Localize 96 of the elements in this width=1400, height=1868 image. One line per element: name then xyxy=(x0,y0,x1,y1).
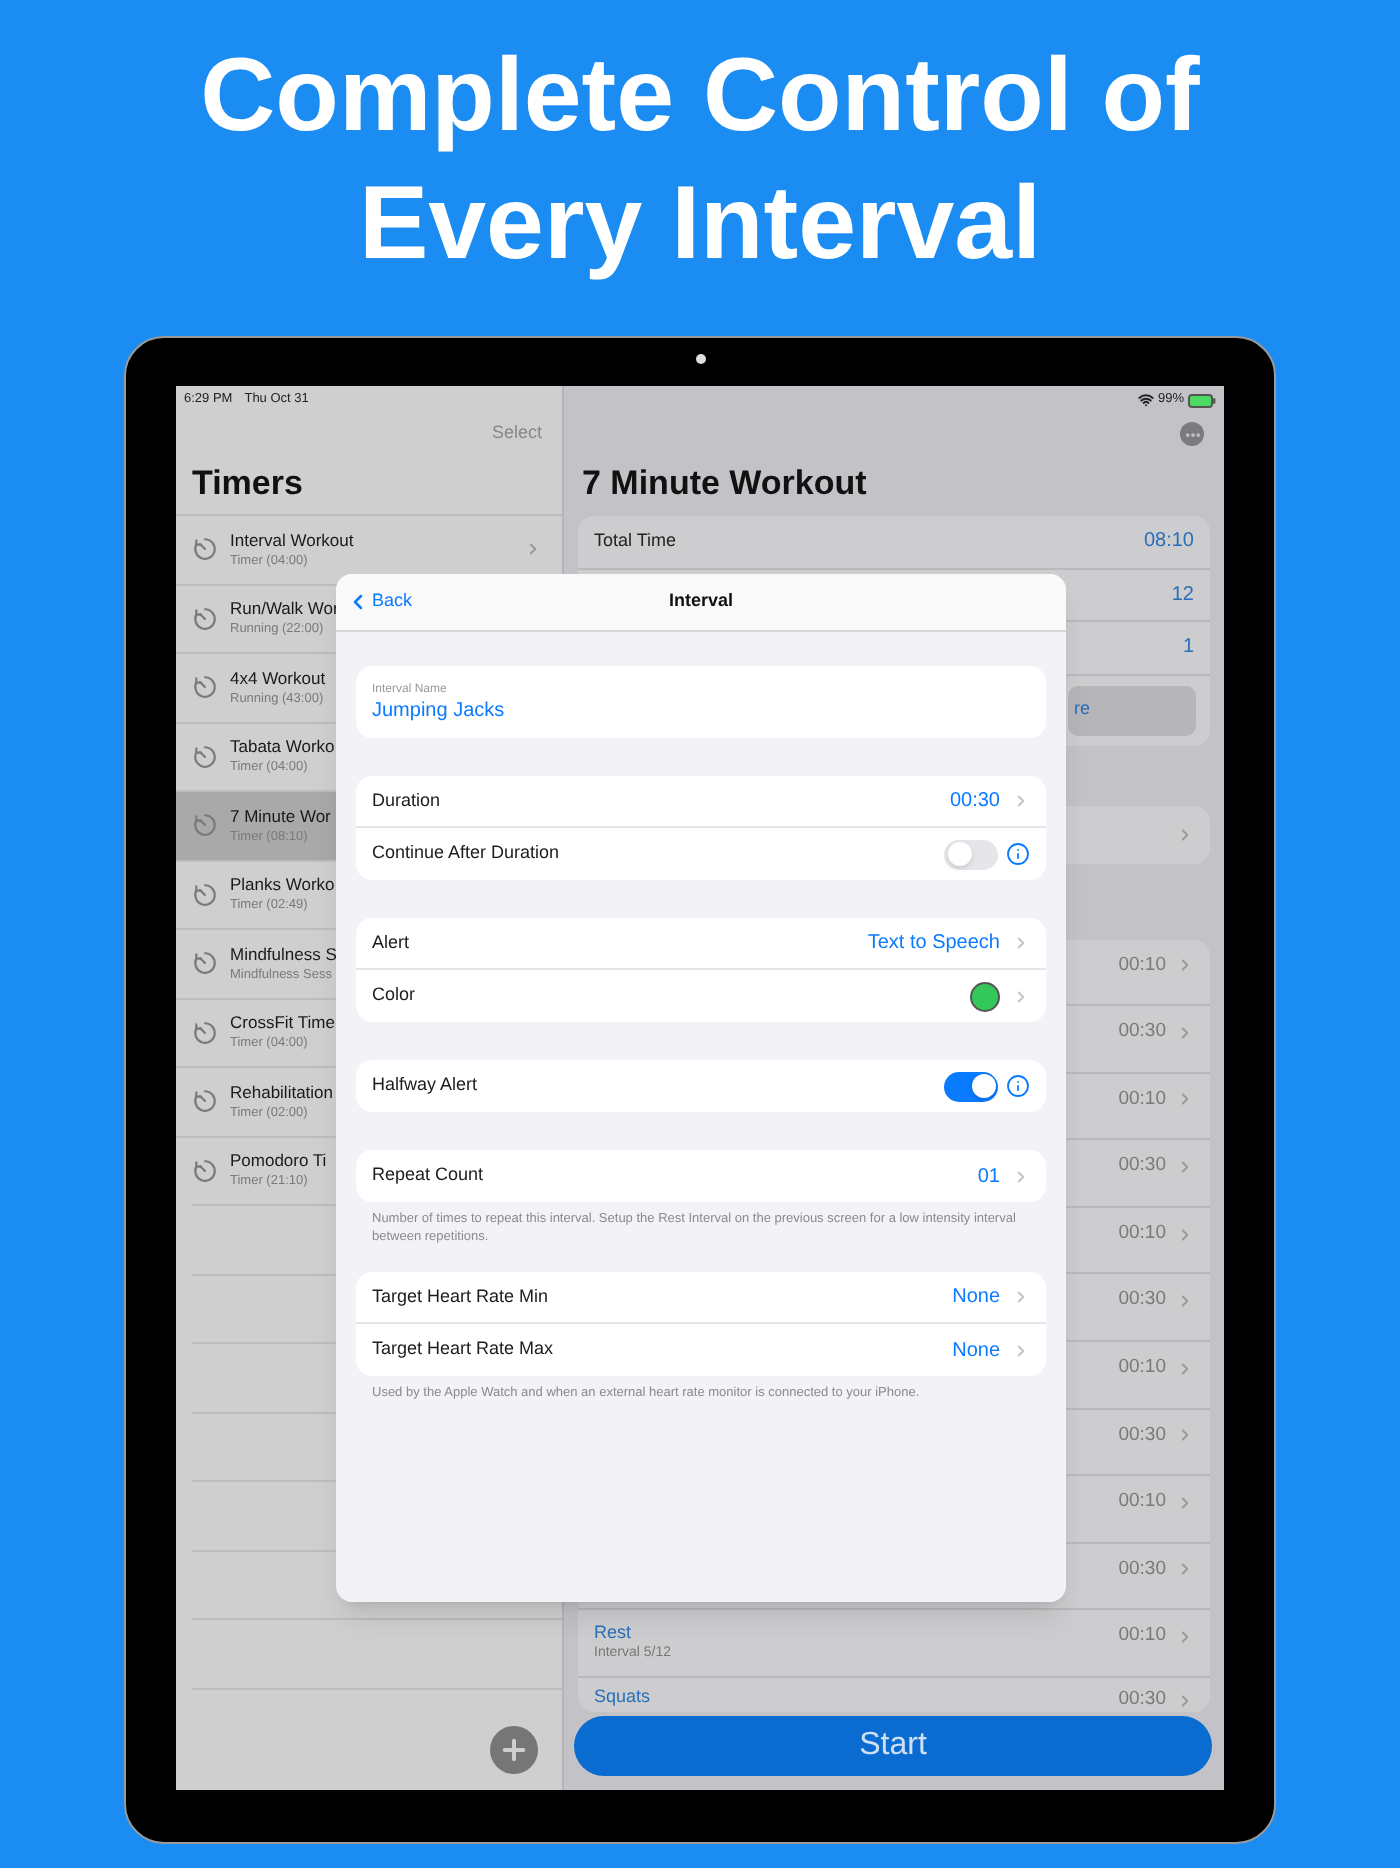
timer-icon xyxy=(192,1019,218,1046)
sidebar-title: Timers xyxy=(192,462,303,507)
timer-name: 7 Minute Wor xyxy=(230,805,331,828)
chevron-icon xyxy=(1012,1341,1030,1359)
timer-icon xyxy=(192,743,218,770)
timer-name: Planks Worko xyxy=(230,874,335,897)
interval-duration: 00:10 xyxy=(1118,1622,1166,1651)
chevron-icon xyxy=(1176,1560,1194,1579)
settings-row[interactable]: Repeat Count 01 xyxy=(356,1150,1046,1202)
interval-duration: 00:10 xyxy=(1118,1488,1166,1517)
interval-duration: 00:30 xyxy=(1118,1152,1166,1181)
row-value: 01 xyxy=(977,1163,1000,1191)
row-label: Repeat Count xyxy=(372,1162,484,1189)
summary-value: 12 xyxy=(1171,581,1194,610)
timer-icon xyxy=(192,536,218,563)
battery-icon xyxy=(1188,393,1216,407)
field-value: Jumping Jacks xyxy=(372,697,507,723)
chevron-icon xyxy=(1176,1628,1194,1647)
row-label: Continue After Duration xyxy=(372,840,560,867)
add-button[interactable] xyxy=(490,1726,538,1774)
chevron-icon xyxy=(1176,1493,1194,1512)
chevron-icon xyxy=(1176,1157,1194,1176)
timer-name: CrossFit Time xyxy=(230,1012,335,1035)
settings-row[interactable]: Color xyxy=(356,970,1046,1022)
summary-value: 08:10 xyxy=(1143,528,1194,557)
chevron-icon xyxy=(1176,1090,1194,1109)
row-label: Color xyxy=(372,982,416,1009)
timer-icon xyxy=(192,881,218,908)
summary-value: 1 xyxy=(1182,634,1194,663)
chevron-icon xyxy=(1176,1691,1194,1710)
timer-icon xyxy=(192,1157,218,1184)
chevron-icon xyxy=(1176,825,1194,843)
chevron-icon xyxy=(1012,792,1030,810)
row-label: Halfway Alert xyxy=(372,1072,478,1099)
summary-label: Total Time xyxy=(594,528,677,554)
info-icon[interactable] xyxy=(1006,1074,1030,1098)
settings-row[interactable]: Continue After Duration xyxy=(356,828,1046,880)
timer-name: Tabata Worko xyxy=(230,736,335,759)
row-label: Target Heart Rate Min xyxy=(372,1283,549,1310)
interval-duration: 00:10 xyxy=(1118,951,1166,979)
chevron-icon xyxy=(1012,1167,1030,1185)
chevron-icon xyxy=(1012,1288,1030,1306)
chevron-icon xyxy=(1012,934,1030,952)
row-value: None xyxy=(952,1337,1000,1365)
chevron-icon xyxy=(1176,1292,1194,1311)
row-label: Duration xyxy=(372,787,441,814)
more-button[interactable] xyxy=(1180,422,1204,446)
interval-duration: 00:30 xyxy=(1118,1686,1166,1715)
row-label: Target Heart Rate Max xyxy=(372,1336,554,1363)
toggle-switch[interactable] xyxy=(944,1071,998,1101)
toggle-switch[interactable] xyxy=(944,839,998,869)
chevron-icon xyxy=(1176,1023,1194,1042)
headline: Complete Control of xyxy=(200,36,1200,158)
plus-icon xyxy=(498,1734,530,1766)
row-value: None xyxy=(952,1284,1000,1312)
row-value: 00:30 xyxy=(949,788,1000,816)
timer-icon xyxy=(192,674,218,701)
timer-name: 4x4 Workout xyxy=(230,667,326,690)
chevron-icon xyxy=(1012,987,1030,1005)
timer-icon xyxy=(192,1088,218,1115)
back-button[interactable]: Back xyxy=(336,588,413,616)
row-label: Alert xyxy=(372,929,410,956)
interval-duration: 00:10 xyxy=(1118,1354,1166,1383)
timer-icon xyxy=(192,605,218,632)
timer-icon xyxy=(192,950,218,977)
interval-duration: 00:10 xyxy=(1118,1219,1166,1248)
wifi-icon xyxy=(1137,392,1154,408)
row-value: Text to Speech xyxy=(867,930,1000,958)
chevron-icon xyxy=(1176,956,1194,975)
interval-duration: 00:30 xyxy=(1118,1421,1166,1450)
settings-row[interactable]: Halfway Alert xyxy=(356,1060,1046,1112)
workout-title: 7 Minute Workout xyxy=(582,462,867,507)
timer-name: Rehabilitation xyxy=(230,1081,334,1104)
chevron-icon xyxy=(1176,1359,1194,1378)
chevron-icon xyxy=(1176,1225,1194,1243)
settings-row[interactable]: Target Heart Rate Min None xyxy=(356,1272,1046,1324)
interval-name: Squats xyxy=(594,1686,651,1709)
chevron-icon xyxy=(1176,1426,1194,1445)
interval-duration: 00:30 xyxy=(1118,1286,1166,1315)
info-icon[interactable] xyxy=(1006,842,1030,866)
settings-row[interactable]: Duration 00:30 xyxy=(356,776,1046,828)
interval-name: Rest xyxy=(594,1622,634,1645)
interval-duration: 00:30 xyxy=(1118,1018,1166,1047)
timer-name: Run/Walk Wor xyxy=(230,598,339,621)
interval-duration: 00:30 xyxy=(1118,1555,1166,1584)
start-button[interactable]: Start xyxy=(574,1716,1212,1776)
timer-icon xyxy=(192,812,218,839)
timer-name: Pomodoro Ti xyxy=(230,1150,327,1173)
timer-name: Mindfulness S xyxy=(230,943,337,966)
timer-name: Interval Workout xyxy=(230,529,354,552)
settings-row[interactable]: Target Heart Rate Max None xyxy=(356,1324,1046,1376)
sheet-title: Interval xyxy=(669,588,733,615)
interval-duration: 00:10 xyxy=(1118,1085,1166,1114)
chevron-icon xyxy=(524,540,542,559)
headline: Every Interval xyxy=(358,164,1042,286)
settings-row[interactable]: Alert Text to Speech xyxy=(356,918,1046,970)
